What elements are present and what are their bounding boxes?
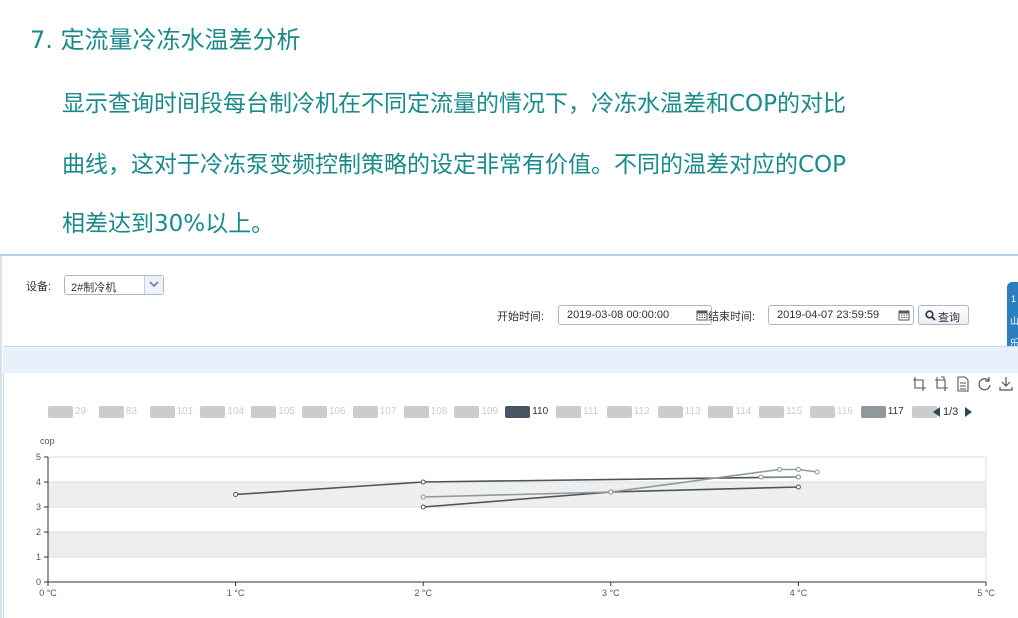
data-point [777, 467, 783, 472]
slide-paragraph-line-3: 相差达到30%以上。 [62, 211, 275, 237]
x-tick-label: 2 °C [414, 588, 432, 598]
y-tick-label: 5 [36, 452, 41, 462]
grid-band [48, 532, 986, 557]
data-point [814, 469, 820, 475]
slide-paragraph-line-1: 显示查询时间段每台制冷机在不同定流量的情况下，冷冻水温差和COP的对比 [62, 91, 847, 117]
x-tick-label: 1 °C [227, 588, 245, 598]
y-tick-label: 2 [36, 527, 41, 537]
slide-heading: 7. 定流量冷冻水温差分析 [30, 26, 301, 54]
y-tick-label: 4 [36, 477, 41, 487]
x-tick-label: 4 °C [790, 588, 808, 598]
data-point [420, 504, 426, 510]
y-axis-label: cop [40, 436, 55, 446]
data-point [233, 492, 239, 497]
data-point [795, 484, 801, 490]
data-point [420, 494, 426, 500]
app-window: 设备: 2#制冷机 开始时间: 2019-03-08 00:00:00 结束时间… [0, 254, 1018, 618]
y-tick-label: 0 [36, 577, 41, 587]
slide-paragraph-line-2: 曲线，这对于冷冻泵变频控制策略的设定非常有价值。不同的温差对应的COP [62, 152, 847, 178]
x-tick-label: 0 °C [39, 588, 57, 598]
data-point [608, 489, 614, 495]
data-point [758, 474, 764, 480]
cop-line-chart: 0 1 2 3 4 5 0 °C 1 °C 2 °C 3 °C 4 °C 5 °C cop [36, 436, 995, 598]
x-tick-label: 5 °C [977, 588, 995, 598]
y-tick-label: 3 [36, 502, 41, 512]
data-point [420, 479, 426, 485]
x-tick-label: 3 °C [602, 588, 620, 598]
y-tick-label: 1 [36, 552, 41, 562]
data-point [795, 474, 801, 480]
data-point [795, 467, 801, 472]
